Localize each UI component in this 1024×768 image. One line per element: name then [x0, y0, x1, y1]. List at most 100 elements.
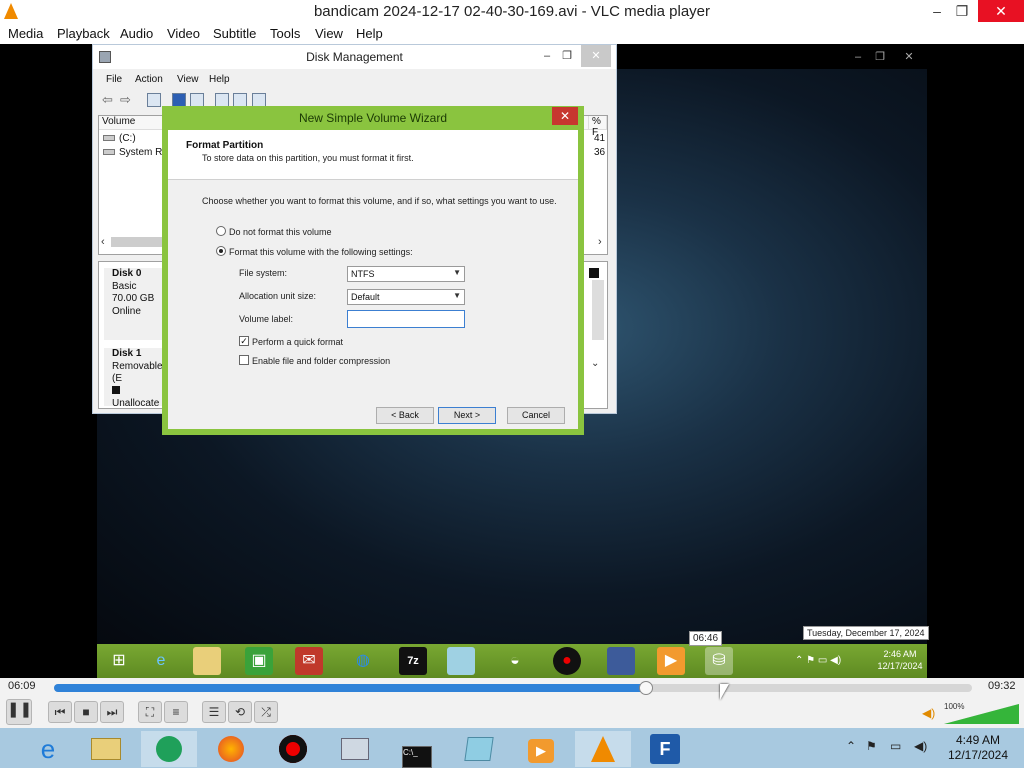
fullscreen-button[interactable]: ⛶ [138, 701, 162, 723]
menu-playback[interactable]: Playback [57, 26, 110, 41]
scroll-left-icon[interactable]: ‹ [101, 236, 105, 248]
network-icon[interactable]: ▭ [890, 739, 901, 753]
dm-close-button[interactable]: ✕ [581, 45, 611, 67]
menu-media[interactable]: Media [8, 26, 43, 41]
windows-start-icon[interactable]: ⊞ [105, 647, 133, 675]
bandicam-green-icon[interactable] [141, 731, 197, 767]
menu-tools[interactable]: Tools [270, 26, 300, 41]
compression-label[interactable]: Enable file and folder compression [252, 356, 390, 366]
tray-icons[interactable]: ⌃ ⚑ ▭ ◀) [795, 655, 841, 666]
restore-button[interactable]: ❐ [950, 0, 974, 22]
notepad-icon[interactable] [451, 731, 507, 767]
dm-menu-help[interactable]: Help [209, 74, 230, 85]
scroll-down-icon[interactable]: ⌄ [591, 358, 599, 369]
radio-format-volume[interactable] [216, 246, 226, 256]
column-pct-free[interactable]: % F [589, 116, 607, 138]
radio-do-not-format-label[interactable]: Do not format this volume [229, 227, 332, 237]
extended-settings-button[interactable]: ≡ [164, 701, 188, 723]
guest-clock[interactable]: 2:46 AM 12/17/2024 [875, 648, 925, 672]
next-button[interactable]: Next > [438, 407, 496, 424]
disk-management-icon[interactable]: ⛁ [705, 647, 733, 675]
action-center-flag-icon[interactable]: ⚑ [866, 739, 877, 753]
volume-icon[interactable]: ◀) [914, 739, 927, 753]
dm-title: Disk Management [306, 50, 403, 64]
globe-icon[interactable]: ◍ [349, 647, 377, 675]
volume-slider[interactable] [944, 704, 1019, 724]
quick-format-checkbox[interactable]: ✓ [239, 336, 249, 346]
playlist-button[interactable]: ☰ [202, 701, 226, 723]
file-explorer-icon[interactable] [193, 647, 221, 675]
record-icon[interactable]: ● [553, 647, 581, 675]
radio-do-not-format[interactable] [216, 226, 226, 236]
forward-arrow-icon[interactable]: ⇨ [120, 92, 131, 108]
next-button-media[interactable]: ⏭ [100, 701, 124, 723]
disk-1-info[interactable]: Disk 1 Removable (E Unallocate [104, 348, 169, 409]
speaker-icon[interactable]: ◀) [922, 706, 935, 720]
previous-button[interactable]: ⏮ [48, 701, 72, 723]
disk-0-info[interactable]: Disk 0 Basic 70.00 GB Online [104, 268, 169, 340]
disk-type: Removable (E [112, 360, 163, 385]
dm-menu-view[interactable]: View [177, 74, 199, 85]
notepad-icon[interactable] [447, 647, 475, 675]
pause-button[interactable]: ❚❚ [6, 699, 32, 725]
store-icon[interactable]: ▣ [245, 647, 273, 675]
hat-icon[interactable]: ◒ [501, 647, 529, 675]
dm-menu-action[interactable]: Action [135, 74, 163, 85]
close-button[interactable]: ✕ [978, 0, 1024, 22]
loop-button[interactable]: ⟲ [228, 701, 252, 723]
volume-label-input[interactable] [347, 310, 465, 328]
rescan-icon[interactable] [233, 93, 247, 107]
compression-checkbox[interactable] [239, 355, 249, 365]
app-red-icon[interactable]: ✉ [295, 647, 323, 675]
dm-maximize-button[interactable]: ❐ [559, 45, 575, 67]
partition-legend: Unallocate [112, 385, 169, 411]
minimize-button[interactable]: – [924, 0, 950, 22]
settings-icon[interactable] [252, 93, 266, 107]
dm-menu-file[interactable]: File [106, 74, 122, 85]
command-prompt-icon[interactable]: C:\_ [389, 731, 445, 768]
vlc-icon[interactable] [575, 731, 631, 767]
network-icon[interactable] [607, 647, 635, 675]
volume-row[interactable]: (C:) [103, 133, 136, 144]
dm-minimize-button[interactable]: – [539, 45, 555, 67]
video-area[interactable]: – ❐ ✕ Disk Management – ❐ ✕ File Action … [92, 44, 932, 678]
seek-bar[interactable] [54, 684, 972, 692]
internet-explorer-icon[interactable]: e [147, 647, 175, 675]
firefox-icon[interactable] [203, 731, 259, 767]
quick-format-label[interactable]: Perform a quick format [252, 337, 343, 347]
media-player-icon[interactable]: ▶ [657, 647, 685, 675]
show-hidden-icons[interactable]: ⌃ [846, 739, 856, 753]
scroll-right-icon[interactable]: › [598, 236, 602, 248]
refresh-icon[interactable] [215, 93, 229, 107]
record-icon[interactable] [265, 731, 321, 767]
cancel-button[interactable]: Cancel [507, 407, 565, 424]
internet-explorer-icon[interactable]: e [20, 731, 76, 767]
stop-button[interactable]: ■ [74, 701, 98, 723]
back-arrow-icon[interactable]: ⇦ [102, 92, 113, 108]
wizard-close-button[interactable]: ✕ [552, 107, 578, 125]
media-player-icon[interactable]: ▶ [513, 731, 569, 767]
back-button[interactable]: < Back [376, 407, 434, 424]
performance-monitor-icon[interactable] [327, 731, 383, 767]
menu-help[interactable]: Help [356, 26, 383, 41]
window-title: bandicam 2024-12-17 02-40-30-169.avi - V… [313, 3, 711, 20]
radio-format-volume-label[interactable]: Format this volume with the following se… [229, 247, 413, 257]
allocation-unit-select[interactable]: Default ▼ [347, 289, 465, 305]
volume-pct: 36 [594, 147, 606, 158]
vertical-scroll-thumb[interactable] [592, 280, 604, 340]
menu-view[interactable]: View [315, 26, 343, 41]
properties-icon[interactable] [190, 93, 204, 107]
seek-handle[interactable] [639, 681, 654, 695]
shuffle-button[interactable]: ⤮ [254, 701, 278, 723]
file-system-select[interactable]: NTFS ▼ [347, 266, 465, 282]
menu-audio[interactable]: Audio [120, 26, 153, 41]
7zip-icon[interactable]: 7z [399, 647, 427, 675]
host-clock[interactable]: 4:49 AM 12/17/2024 [938, 733, 1018, 763]
console-tree-icon[interactable] [147, 93, 161, 107]
menu-video[interactable]: Video [167, 26, 200, 41]
menu-subtitle[interactable]: Subtitle [213, 26, 256, 41]
filezilla-icon[interactable]: F [637, 731, 693, 767]
file-explorer-icon[interactable] [78, 731, 134, 767]
help-icon[interactable] [172, 93, 186, 107]
guest-window-close-icon: ✕ [904, 51, 914, 63]
